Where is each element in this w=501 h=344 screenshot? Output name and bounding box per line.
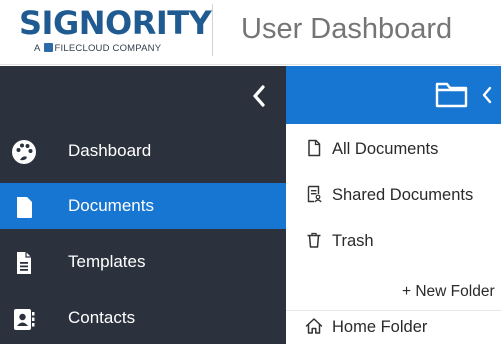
sidebar-item-label: Dashboard <box>68 141 152 160</box>
folder-item-all-documents[interactable]: All Documents <box>286 126 501 172</box>
sidebar-item-templates[interactable]: Templates <box>0 239 286 285</box>
folder-icon <box>435 82 468 108</box>
app-header: SIGNORITY A FILECLOUD COMPANY User Dashbo… <box>0 0 501 65</box>
chevron-left-icon <box>482 86 492 104</box>
filecloud-mark-icon <box>43 43 53 52</box>
template-icon <box>17 252 31 274</box>
chevron-left-icon <box>253 85 265 107</box>
page-title: User Dashboard <box>241 13 453 45</box>
new-folder-button[interactable]: + New Folder <box>402 282 495 302</box>
folder-item-trash[interactable]: Trash <box>286 218 501 264</box>
trash-icon <box>307 232 321 248</box>
contact-book-icon <box>14 309 35 330</box>
palette-icon <box>12 140 36 164</box>
folder-item-home[interactable]: Home Folder <box>286 304 501 344</box>
folder-item-label: Shared Documents <box>332 186 474 204</box>
sidebar-item-contacts[interactable]: Contacts <box>0 295 286 341</box>
signority-logo[interactable]: SIGNORITY A FILECLOUD COMPANY <box>0 0 212 65</box>
logo-wordmark: SIGNORITY <box>19 4 212 42</box>
folder-item-label: All Documents <box>332 140 439 158</box>
folder-item-label: Trash <box>332 232 374 250</box>
sidebar-item-label: Contacts <box>68 308 136 327</box>
sidebar-item-dashboard[interactable]: Dashboard <box>0 128 286 174</box>
sidebar-item-label: Templates <box>68 252 146 271</box>
folder-item-shared-documents[interactable]: Shared Documents <box>286 172 501 218</box>
folder-panel: All Documents Shared Documents Trash + N… <box>286 66 501 344</box>
file-outline-icon <box>308 139 321 157</box>
home-icon <box>305 318 323 334</box>
logo-tagline-prefix: A <box>34 43 41 54</box>
logo-tagline-brand: FILECLOUD COMPANY <box>54 43 162 54</box>
sidebar-item-documents[interactable]: Documents <box>0 183 286 229</box>
sidebar-item-label: Documents <box>68 196 154 215</box>
folder-panel-collapse-button[interactable] <box>480 84 494 106</box>
sidebar-collapse-button[interactable] <box>246 80 274 112</box>
shared-document-icon <box>307 185 322 203</box>
folder-button[interactable] <box>435 80 469 110</box>
sidebar: Dashboard Documents Templates Contacts <box>0 66 286 344</box>
sidebar-top-bar <box>0 66 286 126</box>
document-icon <box>17 197 32 218</box>
header-divider <box>212 4 213 56</box>
folder-item-label: Home Folder <box>332 318 428 336</box>
logo-tagline: A FILECLOUD COMPANY <box>34 43 161 54</box>
folder-panel-header <box>286 66 501 124</box>
